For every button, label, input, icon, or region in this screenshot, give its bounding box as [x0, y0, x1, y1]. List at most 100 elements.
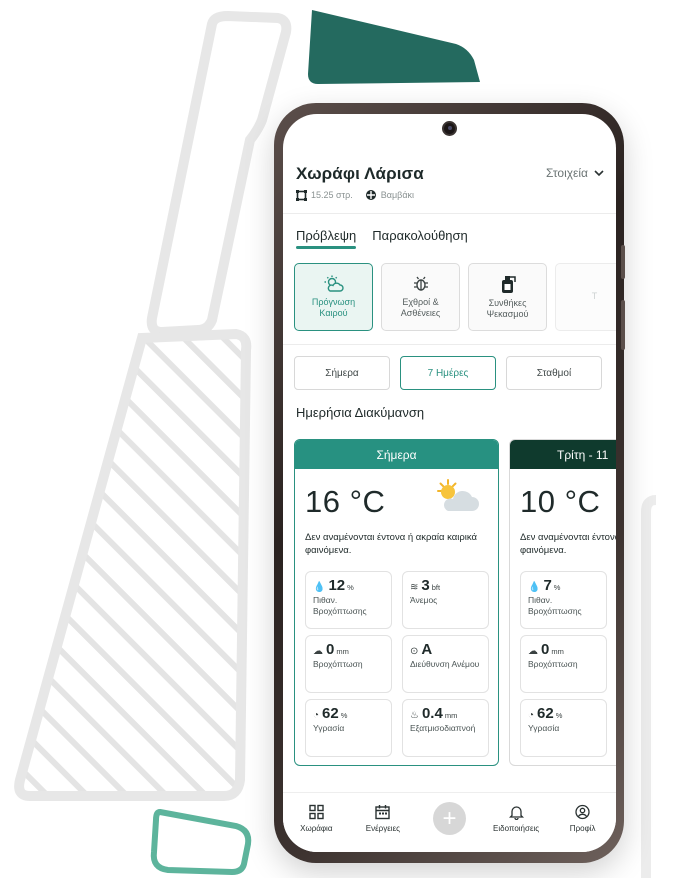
- header-divider: [283, 213, 616, 214]
- field-area: 15.25 στρ.: [311, 190, 353, 200]
- chevron-down-icon: [594, 169, 604, 176]
- stat-label: Εξατμισοδιαπνοή: [410, 723, 476, 733]
- nav-notifications[interactable]: Ειδοποιήσεις: [485, 804, 547, 833]
- user-icon: [575, 804, 590, 820]
- stat-unit: %: [347, 583, 354, 592]
- category-pests-line2: Ασθένειες: [400, 308, 441, 318]
- grid-icon: [309, 804, 324, 820]
- day-card-header: Τρίτη - 11: [510, 440, 616, 469]
- nav-label: Χωράφια: [300, 824, 333, 833]
- plus-icon: +: [432, 802, 466, 835]
- nav-actions[interactable]: Ενέργειες: [352, 804, 414, 833]
- category-pests-diseases[interactable]: Εχθροί & Ασθένειες: [381, 263, 460, 331]
- weather-sun-cloud-icon: [324, 275, 344, 292]
- phone-power-button: [621, 300, 625, 350]
- category-weather-line1: Πρόγνωση: [311, 296, 356, 307]
- tab-monitoring[interactable]: Παρακολούθηση: [372, 228, 468, 249]
- stat-value: 62: [537, 705, 554, 722]
- nav-profile[interactable]: Προφίλ: [552, 804, 614, 833]
- category-weather-line2: Καιρού: [319, 308, 348, 318]
- category-spraying-conditions[interactable]: Συνθήκες Ψεκασμού: [468, 263, 547, 331]
- segment-stations[interactable]: Σταθμοί: [506, 356, 602, 390]
- category-divider: [283, 344, 616, 345]
- tab-forecast[interactable]: Πρόβλεψη: [296, 228, 357, 249]
- category-spraying-line2: Ψεκασμού: [486, 309, 529, 319]
- crop-icon: [365, 190, 376, 200]
- bell-icon: [508, 806, 524, 820]
- drop-percent-icon: 💧: [528, 582, 541, 593]
- category-more[interactable]: Τ: [555, 263, 616, 331]
- stat-unit: %: [553, 583, 561, 592]
- wind-icon: ≋: [410, 582, 419, 593]
- details-dropdown[interactable]: Στοιχεία: [546, 166, 604, 180]
- stat-value: 62: [322, 705, 339, 722]
- sun-cloud-icon: [437, 479, 479, 511]
- area-icon: [296, 189, 307, 201]
- bottom-navigation: Χωράφια Ενέργειες + Ειδοποιήσεις Προφίλ: [283, 792, 616, 852]
- phone-screen: Χωράφι Λάρισα Στοιχεία 15.25 στρ. Βαμβάκ…: [283, 114, 616, 852]
- period-selector: Σήμερα 7 Ημέρες Σταθμοί: [294, 356, 602, 390]
- stat-label: Πιθαν. Βροχόπτωσης: [528, 595, 582, 616]
- stat-value: 0.4: [421, 705, 443, 722]
- sprayer-icon: [501, 275, 516, 293]
- stat-label: Υγρασία: [313, 723, 345, 733]
- nav-add[interactable]: +: [418, 802, 480, 835]
- stat-rain-probability: 💧 7% Πιθαν. Βροχόπτωσης: [520, 571, 607, 629]
- field-crop: Βαμβάκι: [380, 190, 415, 200]
- day-stats: 💧 12% Πιθαν. Βροχόπτωσης ≋ 3 bft Άνεμος ☁ 0 m…: [305, 571, 491, 757]
- drop-percent-icon: 💧: [313, 582, 326, 593]
- day-description: Δεν αναμένονται έντονα ή ακραία καιρικά …: [305, 532, 478, 557]
- stat-humidity: ◔ 62% Υγρασία: [520, 699, 607, 757]
- stat-unit: mm: [551, 647, 564, 656]
- day-card-header: Σήμερα: [295, 440, 498, 469]
- field-meta: 15.25 στρ. Βαμβάκι: [296, 189, 414, 201]
- stat-label: Άνεμος: [410, 595, 438, 605]
- calendar-icon: [375, 805, 391, 820]
- stat-value: 12: [328, 577, 346, 594]
- category-cards: Πρόγνωση Καιρού Εχθροί & Ασθένειες Συνθήκε…: [294, 263, 616, 331]
- day-stats: 💧 7% Πιθαν. Βροχόπτωσης ☁ 0 mm Βροχόπτωση ◔…: [520, 571, 616, 757]
- day-description: Δεν αναμένονται έντονα ή ακραία καιρικά …: [520, 532, 616, 557]
- decor-dark-green-shape: [308, 10, 480, 84]
- stat-unit: bft: [431, 583, 441, 592]
- category-pests-line1: Εχθροί &: [402, 296, 439, 307]
- rain-cloud-icon: ☁: [528, 646, 538, 657]
- stat-unit: %: [555, 711, 563, 720]
- stat-label: Διεύθυνση Ανέμου: [410, 659, 480, 669]
- nav-label: Ειδοποιήσεις: [493, 824, 540, 833]
- humidity-icon: ◔: [528, 710, 535, 721]
- segment-today[interactable]: Σήμερα: [294, 356, 390, 390]
- stat-value: 0: [326, 641, 335, 658]
- day-card-tuesday[interactable]: Τρίτη - 11 10 °C Δεν αναμένονται έντονα …: [509, 439, 616, 766]
- details-label: Στοιχεία: [545, 166, 588, 180]
- rain-cloud-icon: ☁: [313, 646, 323, 657]
- day-card-today[interactable]: Σήμερα 16 °C Δεν αναμένονται έντονα ή ακ…: [294, 439, 499, 766]
- stat-unit: mm: [444, 711, 458, 720]
- stat-humidity: ◔ 62% Υγρασία: [305, 699, 392, 757]
- stat-unit: mm: [336, 647, 349, 656]
- category-weather-forecast[interactable]: Πρόγνωση Καιρού: [294, 263, 373, 331]
- phone-volume-button: [621, 245, 625, 279]
- stat-value: 0: [541, 641, 550, 658]
- humidity-icon: ◔: [313, 710, 320, 721]
- bug-icon: [413, 276, 428, 291]
- stat-value: A: [421, 641, 433, 658]
- nav-label: Ενέργειες: [365, 824, 400, 833]
- nav-fields[interactable]: Χωράφια: [285, 804, 347, 833]
- stat-label: Πιθαν. Βροχόπτωσης: [313, 595, 367, 616]
- stat-label: Βροχόπτωση: [313, 659, 363, 669]
- decor-mint-outline: [150, 808, 252, 876]
- stat-evapotranspiration: ♨ 0.4 mm Εξατμισοδιαπνοή: [402, 699, 489, 757]
- section-title: Ημερήσια Διακύμανση: [296, 405, 425, 420]
- evaporation-icon: ♨: [410, 710, 419, 721]
- stat-value: 3: [421, 577, 430, 594]
- stat-wind-direction: ⊙ A Διεύθυνση Ανέμου: [402, 635, 489, 693]
- day-temperature: 16 °C: [305, 484, 386, 519]
- category-spraying-line1: Συνθήκες: [488, 297, 527, 308]
- nav-label: Προφίλ: [569, 824, 596, 833]
- segment-7-days[interactable]: 7 Ημέρες: [400, 356, 496, 390]
- compass-icon: ⊙: [410, 646, 419, 657]
- stat-value: 7: [543, 577, 552, 594]
- stat-rainfall: ☁ 0 mm Βροχόπτωση: [305, 635, 392, 693]
- stat-label: Υγρασία: [528, 723, 560, 733]
